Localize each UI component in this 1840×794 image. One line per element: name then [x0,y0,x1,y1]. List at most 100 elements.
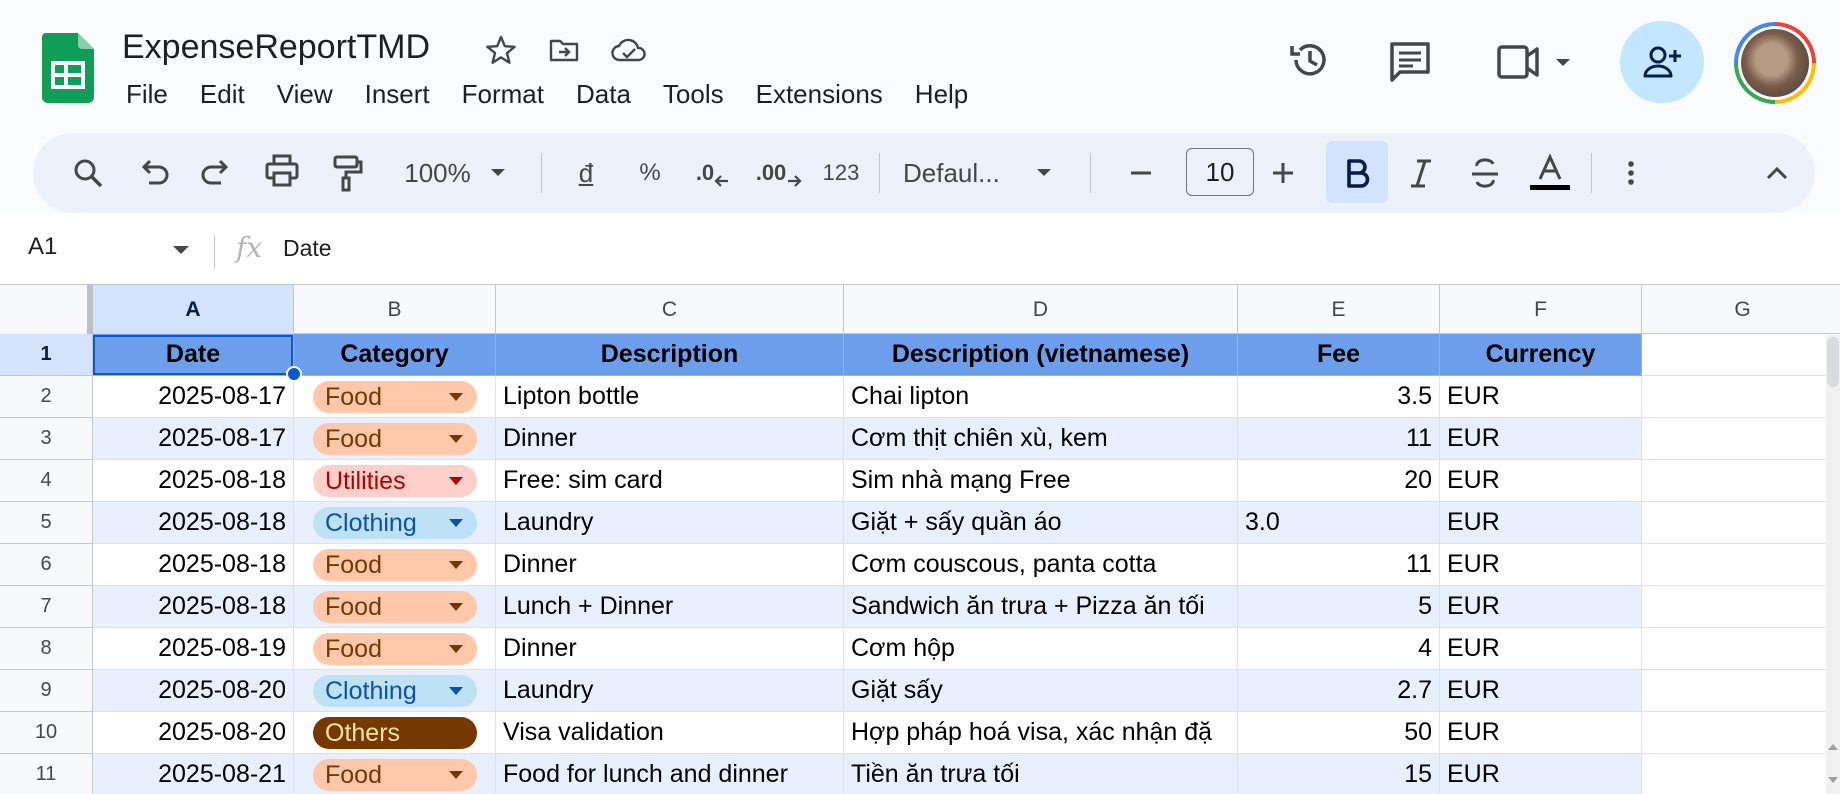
meet-call-icon[interactable] [1496,42,1576,82]
header-cell-category[interactable]: Category [294,334,496,376]
currency-cell[interactable]: EUR [1440,586,1642,628]
description-vietnamese-cell[interactable]: Sandwich ăn trưa + Pizza ăn tối [844,586,1238,628]
header-cell-description[interactable]: Description [496,334,844,376]
row-header[interactable]: 7 [0,586,93,628]
vertical-scrollbar-track[interactable] [1826,335,1840,794]
bold-icon[interactable] [1337,133,1377,213]
increase-font-size-icon[interactable] [1265,133,1301,213]
description-vietnamese-cell[interactable]: Giặt sấy [844,670,1238,712]
row-header[interactable]: 3 [0,418,93,460]
cloud-saved-icon[interactable] [611,34,647,66]
category-dropdown-chip[interactable]: Food [313,423,477,455]
category-cell[interactable]: Food [294,754,496,794]
row-header[interactable]: 5 [0,502,93,544]
more-options-icon[interactable] [1613,133,1649,213]
date-cell[interactable]: 2025-08-17 [93,418,294,460]
column-header-f[interactable]: F [1440,285,1642,334]
description-vietnamese-cell[interactable]: Chai lipton [844,376,1238,418]
fee-cell[interactable]: 3.5 [1238,376,1440,418]
fee-cell[interactable]: 11 [1238,544,1440,586]
date-cell[interactable]: 2025-08-18 [93,586,294,628]
row-header[interactable]: 11 [0,754,93,794]
number-format-button[interactable]: 123 [816,133,866,213]
account-avatar[interactable] [1734,22,1816,104]
header-cell-description-vietnamese[interactable]: Description (vietnamese) [844,334,1238,376]
category-dropdown-chip[interactable]: Others [313,717,477,749]
undo-icon[interactable] [133,133,173,213]
header-cell-fee[interactable]: Fee [1238,334,1440,376]
currency-cell[interactable]: EUR [1440,754,1642,794]
category-dropdown-chip[interactable]: Clothing [313,507,477,539]
redo-icon[interactable] [197,133,237,213]
collapse-toolbar-icon[interactable] [1757,133,1797,213]
description-cell[interactable]: Visa validation [496,712,844,754]
description-vietnamese-cell[interactable]: Sim nhà mạng Free [844,460,1238,502]
category-dropdown-chip[interactable]: Utilities [313,465,477,497]
description-vietnamese-cell[interactable]: Cơm hộp [844,628,1238,670]
column-header-a[interactable]: A [93,285,294,334]
column-header-e[interactable]: E [1238,285,1440,334]
empty-cell[interactable] [1642,754,1840,794]
empty-cell[interactable] [1642,418,1840,460]
category-cell[interactable]: Utilities [294,460,496,502]
fee-cell[interactable]: 15 [1238,754,1440,794]
description-vietnamese-cell[interactable]: Giặt + sấy quần áo [844,502,1238,544]
date-cell[interactable]: 2025-08-18 [93,544,294,586]
document-title[interactable]: ExpenseReportTMD [122,28,430,67]
menu-data[interactable]: Data [560,76,647,114]
text-color-icon[interactable] [1526,133,1574,213]
category-dropdown-chip[interactable]: Food [313,591,477,623]
description-vietnamese-cell[interactable]: Hợp pháp hoá visa, xác nhận đặ [844,712,1238,754]
paint-format-icon[interactable] [327,133,367,213]
menu-view[interactable]: View [261,76,349,114]
move-folder-icon[interactable] [548,34,580,66]
fee-cell[interactable]: 4 [1238,628,1440,670]
header-cell-date[interactable]: Date [93,334,294,376]
fee-cell[interactable]: 20 [1238,460,1440,502]
row-header[interactable]: 4 [0,460,93,502]
row-header[interactable]: 2 [0,376,93,418]
column-header-b[interactable]: B [294,285,496,334]
font-family-select[interactable]: Defaul... [903,133,1027,213]
row-header[interactable]: 10 [0,712,93,754]
currency-cell[interactable]: EUR [1440,712,1642,754]
fee-cell[interactable]: 11 [1238,418,1440,460]
zoom-select[interactable]: 100% [395,133,480,213]
date-cell[interactable]: 2025-08-19 [93,628,294,670]
empty-cell[interactable] [1642,586,1840,628]
empty-cell[interactable] [1642,544,1840,586]
menu-format[interactable]: Format [446,76,560,114]
category-dropdown-chip[interactable]: Food [313,633,477,665]
menu-file[interactable]: File [110,76,184,114]
category-dropdown-chip[interactable]: Food [313,759,477,791]
row-header[interactable]: 9 [0,670,93,712]
currency-format-button[interactable]: đ [566,133,606,213]
vertical-scrollbar-thumb[interactable] [1827,337,1839,387]
fee-cell[interactable]: 5 [1238,586,1440,628]
description-cell[interactable]: Laundry [496,502,844,544]
comments-icon[interactable] [1388,40,1432,84]
menu-tools[interactable]: Tools [647,76,740,114]
category-dropdown-chip[interactable]: Food [313,381,477,413]
description-vietnamese-cell[interactable]: Tiền ăn trưa tối [844,754,1238,794]
category-cell[interactable]: Food [294,628,496,670]
name-box[interactable]: A1 [28,233,57,261]
date-cell[interactable]: 2025-08-20 [93,712,294,754]
empty-cell[interactable] [1642,628,1840,670]
header-cell-currency[interactable]: Currency [1440,334,1642,376]
row-header[interactable]: 8 [0,628,93,670]
description-cell[interactable]: Dinner [496,628,844,670]
description-cell[interactable]: Laundry [496,670,844,712]
fee-cell[interactable]: 3.0 [1238,502,1440,544]
star-icon[interactable] [485,34,517,66]
description-cell[interactable]: Dinner [496,418,844,460]
row-header[interactable]: 6 [0,544,93,586]
date-cell[interactable]: 2025-08-20 [93,670,294,712]
fill-handle[interactable] [286,366,302,382]
column-header-c[interactable]: C [496,285,844,334]
font-chevron-down-icon[interactable] [1031,133,1057,213]
sheets-logo-icon[interactable] [42,33,94,103]
zoom-chevron-down-icon[interactable] [485,133,511,213]
currency-cell[interactable]: EUR [1440,376,1642,418]
fee-cell[interactable]: 50 [1238,712,1440,754]
